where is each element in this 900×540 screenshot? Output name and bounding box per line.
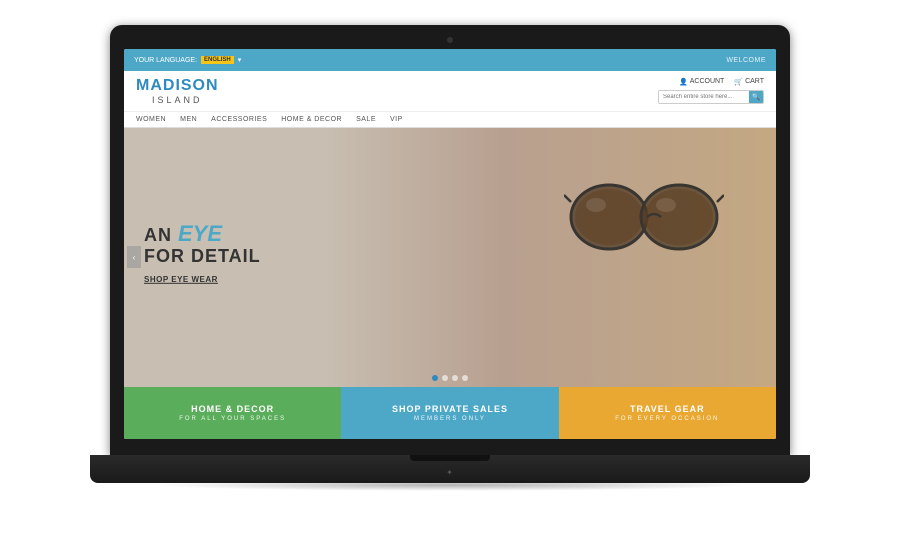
screen-content: YOUR LANGUAGE: ENGLISH ▾ WELCOME MADISON… <box>124 49 776 439</box>
search-button[interactable]: 🔍 <box>749 90 763 104</box>
hero-shop-link[interactable]: SHOP EYE WEAR <box>144 275 218 284</box>
language-selector[interactable]: YOUR LANGUAGE: ENGLISH ▾ <box>134 56 241 64</box>
carousel-dots <box>432 375 468 381</box>
search-input[interactable] <box>659 91 749 103</box>
promo-tile-travel-gear[interactable]: TRAVEL GEAR FOR EVERY OCCASION <box>559 387 776 439</box>
carousel-dot-3[interactable] <box>452 375 458 381</box>
header-right: 👤 ACCOUNT 🛒 CART 🔍 <box>658 78 764 104</box>
header-actions: 👤 ACCOUNT 🛒 CART <box>679 78 764 86</box>
carousel-dot-1[interactable] <box>432 375 438 381</box>
account-icon: 👤 <box>679 78 688 86</box>
nav-item-sale[interactable]: SALE <box>356 116 376 123</box>
carousel-dot-2[interactable] <box>442 375 448 381</box>
camera <box>447 37 453 43</box>
lang-dropdown-icon[interactable]: ▾ <box>238 56 242 64</box>
logo-madison: MADISON <box>136 77 219 95</box>
logo[interactable]: MADISON ISLAND <box>136 77 219 105</box>
hero-text-area: AN EYE FOR DETAIL SHOP EYE WEAR <box>144 221 261 287</box>
promo-tiles: HOME & DECOR FOR ALL YOUR SPACES SHOP PR… <box>124 387 776 439</box>
promo-private-sales-sub: MEMBERS ONLY <box>414 416 486 422</box>
hero-detail-text: FOR DETAIL <box>144 247 261 267</box>
cart-button[interactable]: 🛒 CART <box>734 78 764 86</box>
laptop-brand-logo: ✦ <box>446 468 454 477</box>
top-bar: YOUR LANGUAGE: ENGLISH ▾ WELCOME <box>124 49 776 71</box>
nav-item-accessories[interactable]: ACCESSORIES <box>211 116 267 123</box>
promo-tile-home-decor[interactable]: HOME & DECOR FOR ALL YOUR SPACES <box>124 387 341 439</box>
account-label: ACCOUNT <box>690 78 725 85</box>
laptop-mockup: YOUR LANGUAGE: ENGLISH ▾ WELCOME MADISON… <box>90 25 810 515</box>
carousel-prev-button[interactable]: ‹ <box>127 246 141 268</box>
promo-tile-private-sales[interactable]: SHOP PRIVATE SALES MEMBERS ONLY <box>341 387 558 439</box>
welcome-text: WELCOME <box>726 57 766 64</box>
hero-eye-text: EYE <box>178 221 222 246</box>
account-button[interactable]: 👤 ACCOUNT <box>679 78 724 86</box>
promo-private-sales-main: SHOP PRIVATE SALES <box>392 404 508 414</box>
carousel-dot-4[interactable] <box>462 375 468 381</box>
hero-line1: AN EYE <box>144 221 261 247</box>
cart-icon: 🛒 <box>734 78 743 86</box>
promo-travel-gear-sub: FOR EVERY OCCASION <box>615 416 719 422</box>
hero-banner: ‹ AN EYE FOR DETAIL SHOP EYE WEAR <box>124 128 776 387</box>
screen-bezel: YOUR LANGUAGE: ENGLISH ▾ WELCOME MADISON… <box>110 25 790 455</box>
sunglasses-image <box>564 167 724 257</box>
nav-item-vip[interactable]: VIP <box>390 116 403 123</box>
nav-item-men[interactable]: MEN <box>180 116 197 123</box>
laptop-hinge <box>410 455 490 461</box>
nav-item-home-decor[interactable]: HOME & DECOR <box>281 116 342 123</box>
search-box[interactable]: 🔍 <box>658 90 764 104</box>
promo-travel-gear-main: TRAVEL GEAR <box>630 404 705 414</box>
cart-label: CART <box>745 78 764 85</box>
promo-home-decor-main: HOME & DECOR <box>191 404 274 414</box>
site-nav: WOMEN MEN ACCESSORIES HOME & DECOR SALE … <box>124 112 776 128</box>
nav-item-women[interactable]: WOMEN <box>136 116 166 123</box>
language-label: YOUR LANGUAGE: <box>134 57 197 64</box>
site-header: MADISON ISLAND 👤 ACCOUNT 🛒 CART <box>124 71 776 112</box>
logo-island: ISLAND <box>136 95 219 105</box>
language-badge: ENGLISH <box>201 56 234 64</box>
promo-home-decor-sub: FOR ALL YOUR SPACES <box>179 416 286 422</box>
hero-an-text: AN <box>144 225 178 245</box>
laptop-base: ✦ <box>90 455 810 483</box>
